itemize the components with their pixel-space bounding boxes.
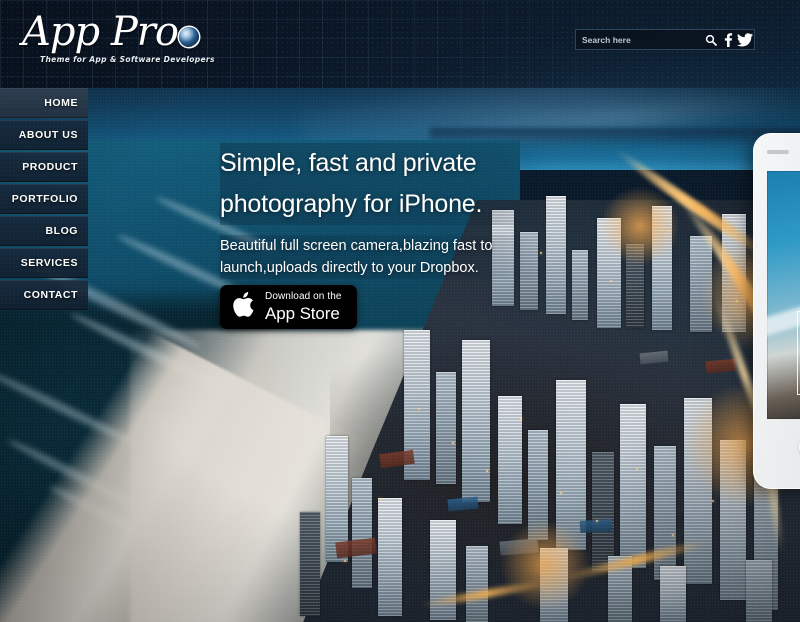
building [300,512,320,616]
building [592,452,614,572]
building [746,560,772,622]
main-navigation: HOME ABOUT US PRODUCT PORTFOLIO BLOG SER… [0,88,88,310]
twitter-icon[interactable] [737,29,754,50]
hero-content: Simple, fast and private photography for… [220,143,550,279]
city-light [610,280,612,282]
building [572,250,588,320]
building [620,404,646,568]
city-light [712,500,714,502]
nav-item-portfolio[interactable]: PORTFOLIO [0,184,88,214]
street-glow [600,186,680,266]
building [352,478,372,588]
search-bar [575,29,755,50]
phone-screen [767,171,800,419]
app-store-labels: Download on the App Store [265,291,342,323]
hero-subheading: Beautiful full screen camera,blazing fas… [220,235,550,279]
iphone-mockup [753,133,800,489]
building [466,546,488,622]
site-logo[interactable]: App Pro Theme for App & Software Develop… [22,9,215,74]
nav-item-product[interactable]: PRODUCT [0,152,88,182]
camera-lens-icon [178,27,199,47]
city-light [344,560,346,562]
city-light [636,468,638,470]
apple-logo-icon [232,291,254,323]
app-store-small-label: Download on the [265,291,342,302]
street-glow [500,520,590,610]
city-light [560,492,562,494]
city-light [418,408,420,410]
city-light [668,230,670,232]
logo-text: App Pro [22,9,179,55]
search-input[interactable] [576,30,702,49]
city-light [380,498,382,500]
building [654,446,676,580]
hero-heading-line-2: photography for iPhone. [220,184,550,225]
phone-speaker [767,150,789,154]
city-light [672,534,674,536]
city-light [486,470,488,472]
building [378,498,402,616]
search-icon[interactable] [702,29,719,50]
logo-wordmark: App Pro [22,9,199,55]
app-store-large-label: App Store [265,304,340,323]
app-store-download-button[interactable]: Download on the App Store [220,285,357,329]
nav-item-about-us[interactable]: ABOUT US [0,120,88,150]
city-light [596,520,598,522]
building [462,340,490,502]
hero-background-photo [0,0,800,622]
logo-tagline: Theme for App & Software Developers [40,55,215,64]
page-root: App Pro Theme for App & Software Develop… [0,0,800,622]
hero-sub-line-2: launch,uploads directly to your Dropbox. [220,257,550,279]
hero-sub-line-1: Beautiful full screen camera,blazing fas… [220,235,550,257]
nav-item-home[interactable]: HOME [0,88,88,118]
hero-heading: Simple, fast and private photography for… [220,143,550,225]
city-light [520,418,522,420]
nav-item-contact[interactable]: CONTACT [0,280,88,310]
hero-heading-line-1: Simple, fast and private [220,143,550,184]
facebook-icon[interactable] [719,29,736,50]
city-light [736,300,738,302]
building [498,396,522,524]
phone-screen-surf [767,278,800,338]
building [436,372,456,484]
city-light [452,442,454,444]
building [660,566,686,622]
nav-item-services[interactable]: SERVICES [0,248,88,278]
nav-item-blog[interactable]: BLOG [0,216,88,246]
